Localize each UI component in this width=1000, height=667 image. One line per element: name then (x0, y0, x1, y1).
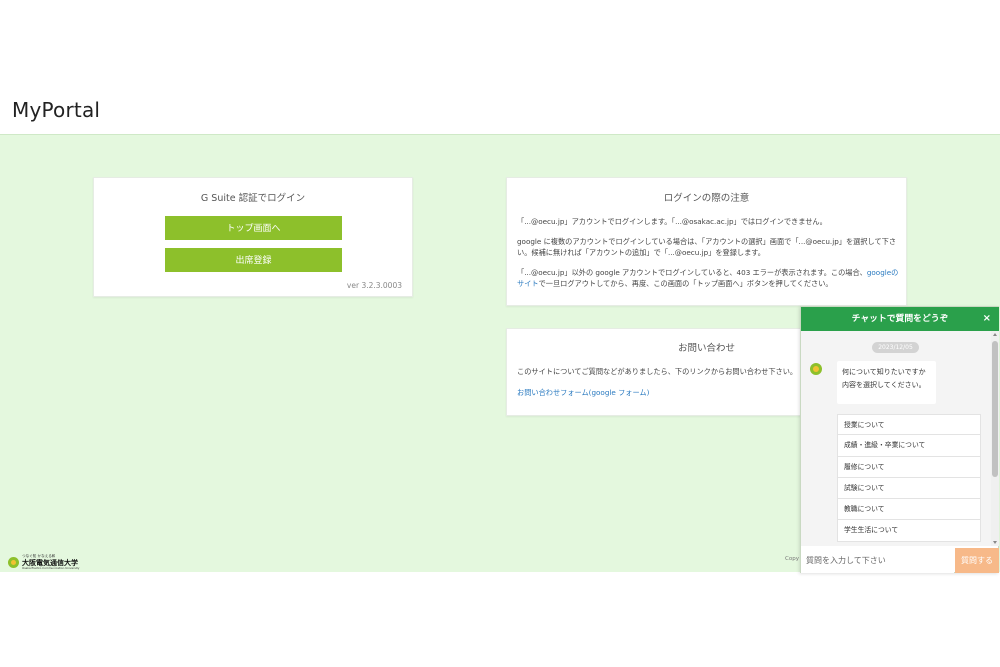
header: MyPortal (0, 95, 1000, 133)
chat-option-classes[interactable]: 授業について (837, 414, 981, 436)
notice-paragraph-3: 「...@oecu.jp」以外の google アカウントでログインしていると、… (517, 267, 901, 289)
bot-avatar-icon (810, 363, 822, 375)
chat-messages: 2023/12/05 何について知りたいですか 内容を選択してください。 授業に… (801, 331, 991, 546)
notice-paragraph-2: google に複数のアカウントでログインしている場合は、「アカウントの選択」画… (517, 237, 897, 257)
bot-message-line-1: 何について知りたいですか (842, 368, 926, 376)
login-card: G Suite 認証でログイン トップ画面へ 出席登録 ver 3.2.3.00… (93, 177, 413, 297)
scroll-up-icon[interactable] (993, 333, 997, 336)
scroll-thumb[interactable] (992, 341, 998, 477)
brand-title[interactable]: MyPortal (12, 98, 100, 122)
top-page-button[interactable]: トップ画面へ (165, 216, 342, 240)
notice-card-title: ログインの際の注意 (663, 193, 750, 204)
chat-title: チャットで質問をどうぞ (851, 314, 949, 324)
notice-body: 「...@oecu.jp」アカウントでログインします。「...@osakac.a… (517, 216, 901, 298)
bot-message-line-2: 内容を選択してください。 (842, 381, 926, 389)
university-logo[interactable]: つなぐ知 かなえる和 大阪電気通信大学 Osaka Electro-Commun… (8, 554, 80, 570)
attendance-button[interactable]: 出席登録 (165, 248, 342, 272)
chat-option-grades[interactable]: 成績・進級・卒業について (837, 435, 981, 457)
chat-option-teaching[interactable]: 教職について (837, 499, 981, 521)
notice-paragraph-3-text-b: で一旦ログアウトしてから、再度、この画面の「トップ画面へ」ボタンを押してください… (538, 279, 833, 288)
chat-widget: チャットで質問をどうぞ × 2023/12/05 何について知りたいですか 内容… (800, 306, 999, 573)
notice-paragraph-1: 「...@oecu.jp」アカウントでログインします。「...@osakac.a… (517, 217, 827, 226)
chat-option-exams[interactable]: 試験について (837, 477, 981, 500)
copyright-text: Copy (785, 556, 799, 562)
chat-option-student-life[interactable]: 学生生活について (837, 520, 981, 542)
notice-paragraph-3-text-a: 「...@oecu.jp」以外の google アカウントでログインしていると、… (517, 268, 867, 277)
login-notice-card: ログインの際の注意 「...@oecu.jp」アカウントでログインします。「..… (506, 177, 907, 306)
scroll-down-icon[interactable] (993, 541, 997, 544)
chat-header: チャットで質問をどうぞ × (801, 307, 999, 331)
chat-option-registration[interactable]: 履修について (837, 456, 981, 478)
inquiry-form-link[interactable]: お問い合わせフォーム(google フォーム) (517, 388, 649, 398)
logo-english-name: Osaka Electro-Communication University (22, 566, 80, 570)
send-question-button[interactable]: 質問する (955, 548, 999, 573)
chat-input[interactable] (801, 548, 954, 573)
chat-options: 授業について 成績・進級・卒業について 履修について 試験について 教職について… (837, 414, 981, 542)
chat-scrollbar[interactable] (991, 331, 999, 546)
close-icon[interactable]: × (983, 307, 991, 331)
bot-message: 何について知りたいですか 内容を選択してください。 (837, 361, 936, 404)
version-label: ver 3.2.3.0003 (346, 281, 402, 290)
login-card-title: G Suite 認証でログイン (200, 193, 306, 204)
date-badge: 2023/12/05 (872, 342, 919, 353)
inquiry-text: このサイトについてご質問などがありましたら、下のリンクからお問い合わせ下さい。 (517, 367, 798, 376)
page: MyPortal G Suite 認証でログイン トップ画面へ 出席登録 ver… (0, 0, 1000, 667)
logo-mark-icon (8, 557, 19, 568)
